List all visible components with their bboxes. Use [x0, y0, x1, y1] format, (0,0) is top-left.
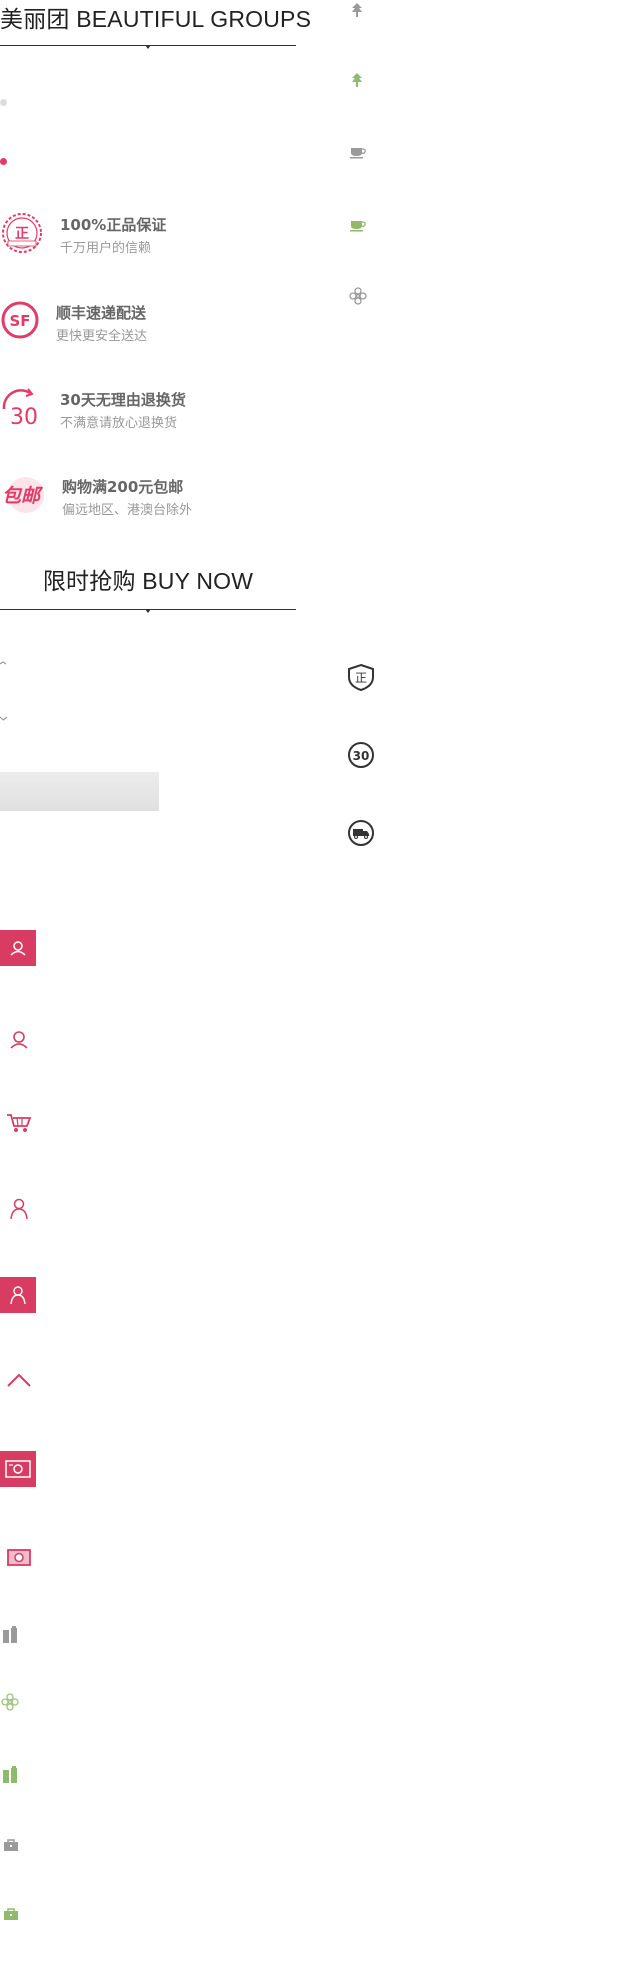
- svg-text:30: 30: [353, 749, 370, 763]
- svg-text:30: 30: [10, 405, 38, 430]
- svg-text:包邮: 包邮: [2, 485, 44, 507]
- delivery-truck-icon: [346, 818, 376, 848]
- svg-text:SF: SF: [9, 312, 30, 330]
- guarantee-authentic: 100%正品保证 千万用户的信赖: [60, 214, 166, 256]
- flower-outline-icon[interactable]: [349, 287, 367, 305]
- gift-card-icon[interactable]: [7, 1549, 31, 1566]
- guarantee-title: 30天无理由退换货: [60, 391, 186, 409]
- guarantee-subtitle: 偏远地区、港澳台除外: [62, 503, 193, 518]
- page-title: 美丽团 BEAUTIFUL GROUPS: [0, 6, 312, 32]
- guarantee-title: 100%正品保证: [60, 216, 167, 234]
- tea-cup-icon[interactable]: [349, 145, 367, 159]
- chevron-down-icon[interactable]: [0, 716, 7, 721]
- return-30-icon: 30: [0, 387, 44, 431]
- cosmetics-icon[interactable]: [2, 1626, 18, 1644]
- section-title-buy-now: 限时抢购 BUY NOW: [42, 568, 254, 594]
- bag-icon[interactable]: [3, 1838, 19, 1852]
- svg-text:正: 正: [355, 671, 367, 685]
- sf-express-icon: SF: [0, 300, 40, 340]
- guarantee-free-shipping: 购物满200元包邮 偏远地区、港澳台除外: [62, 476, 192, 518]
- guarantee-title: 顺丰速递配送: [56, 304, 147, 322]
- flower-icon[interactable]: [1, 1693, 19, 1711]
- loading-placeholder: [0, 772, 159, 811]
- bag-icon-green[interactable]: [3, 1907, 19, 1921]
- guarantee-subtitle: 不满意请放心退换货: [60, 416, 178, 431]
- authentic-shield-icon: 正: [346, 663, 376, 691]
- cosmetics-icon-green[interactable]: [2, 1766, 18, 1784]
- leaf-icon[interactable]: [350, 2, 364, 18]
- guarantee-subtitle: 千万用户的信赖: [60, 241, 152, 256]
- leaf-icon-green[interactable]: [350, 72, 364, 88]
- divider-marker: [145, 609, 151, 613]
- shopping-cart-icon[interactable]: [6, 1112, 32, 1134]
- carousel-dot[interactable]: [0, 99, 7, 106]
- user-icon-active[interactable]: [0, 930, 36, 966]
- person-icon-active[interactable]: [0, 1277, 36, 1313]
- divider-marker: [145, 45, 151, 49]
- guarantee-returns: 30天无理由退换货 不满意请放心退换货: [60, 389, 186, 431]
- carousel-dot-active[interactable]: [0, 158, 7, 165]
- user-icon[interactable]: [8, 1028, 30, 1050]
- guarantee-sf-express: 顺丰速递配送 更快更安全送达: [56, 302, 147, 344]
- svg-text:正: 正: [15, 226, 29, 242]
- guarantee-subtitle: 更快更安全送达: [56, 329, 148, 344]
- gift-card-icon-active[interactable]: [0, 1451, 36, 1487]
- chevron-up-icon[interactable]: [6, 1372, 32, 1388]
- free-shipping-icon: 包邮: [0, 474, 46, 516]
- chevron-up-icon[interactable]: [0, 661, 6, 665]
- person-icon[interactable]: [9, 1198, 29, 1220]
- authentic-badge-icon: 正: [0, 211, 44, 255]
- tea-cup-icon-green[interactable]: [349, 218, 367, 232]
- return-30-outline-icon: 30: [346, 740, 376, 770]
- guarantee-title: 购物满200元包邮: [62, 478, 184, 496]
